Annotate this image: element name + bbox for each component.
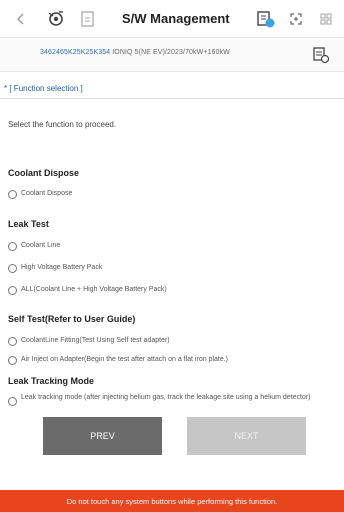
radio-option-leak-tracking-mode[interactable]: Leak tracking mode (after injecting heli…: [8, 394, 342, 406]
radio-button[interactable]: [8, 397, 17, 406]
page-title: S/W Management: [122, 11, 230, 26]
radio-button[interactable]: [8, 337, 17, 346]
section-divider: [0, 98, 344, 99]
top-bar: S/W Management: [0, 0, 344, 38]
radio-option-label: Coolant Dispose: [21, 190, 73, 197]
radio-option-label: Air Inject on Adapter(Begin the test aft…: [21, 356, 229, 363]
next-button[interactable]: NEXT: [187, 417, 306, 455]
vehicle-settings-icon[interactable]: [312, 46, 330, 69]
prev-button[interactable]: PREV: [43, 417, 162, 455]
instruction-text: Select the function to proceed.: [8, 120, 117, 129]
required-marker: *: [4, 84, 8, 93]
vehicle-vin: 3462465K25K25K354: [40, 49, 111, 56]
grid-menu-icon[interactable]: [318, 9, 334, 29]
radio-button[interactable]: [8, 286, 17, 295]
radio-option-label: ALL(Coolant Line + High Voltage Battery …: [21, 286, 167, 293]
radio-option-coolant-line[interactable]: Coolant Line: [8, 242, 60, 251]
group-title-coolant-dispose: Coolant Dispose: [8, 168, 80, 178]
group-title-self-test: Self Test(Refer to User Guide): [8, 314, 136, 324]
radio-option-air-inject-on-adapter[interactable]: Air Inject on Adapter(Begin the test aft…: [8, 356, 228, 365]
radio-option-label: CoolantLine Fitting(Test Using Self test…: [21, 337, 170, 344]
radio-option-high-voltage-battery-pack[interactable]: High Voltage Battery Pack: [8, 264, 102, 273]
vehicle-info-text: 3462465K25K25K354 IONIQ 5(NE EV)/2023/70…: [40, 49, 230, 56]
vehicle-info-bar: 3462465K25K25K354 IONIQ 5(NE EV)/2023/70…: [0, 38, 344, 72]
radio-option-label: High Voltage Battery Pack: [21, 264, 103, 271]
radio-option-label: Coolant Line: [21, 242, 61, 249]
section-title-text: [ Function selection ]: [9, 84, 83, 93]
radio-button[interactable]: [8, 190, 17, 199]
group-title-leak-test: Leak Test: [8, 219, 49, 229]
group-title-leak-tracking-mode: Leak Tracking Mode: [8, 376, 95, 386]
radio-button[interactable]: [8, 264, 17, 273]
expand-icon[interactable]: [288, 9, 304, 29]
radio-option-coolantline-fitting[interactable]: CoolantLine Fitting(Test Using Self test…: [8, 337, 170, 346]
back-arrow-icon[interactable]: [16, 9, 26, 29]
warning-banner: Do not touch any system buttons while pe…: [0, 490, 344, 512]
radio-button[interactable]: [8, 356, 17, 365]
radio-option-all[interactable]: ALL(Coolant Line + High Voltage Battery …: [8, 286, 167, 295]
vehicle-model: IONIQ 5(NE EV)/2023/70kW+160kW: [110, 49, 230, 56]
section-title: * [ Function selection ]: [4, 84, 83, 93]
radio-option-coolant-dispose[interactable]: Coolant Dispose: [8, 190, 72, 199]
vehicle-connect-icon[interactable]: [46, 9, 66, 29]
radio-button[interactable]: [8, 242, 17, 251]
radio-option-label: Leak tracking mode (after injecting heli…: [21, 394, 311, 401]
vci-status-icon[interactable]: [256, 9, 276, 29]
document-icon[interactable]: [80, 9, 96, 29]
